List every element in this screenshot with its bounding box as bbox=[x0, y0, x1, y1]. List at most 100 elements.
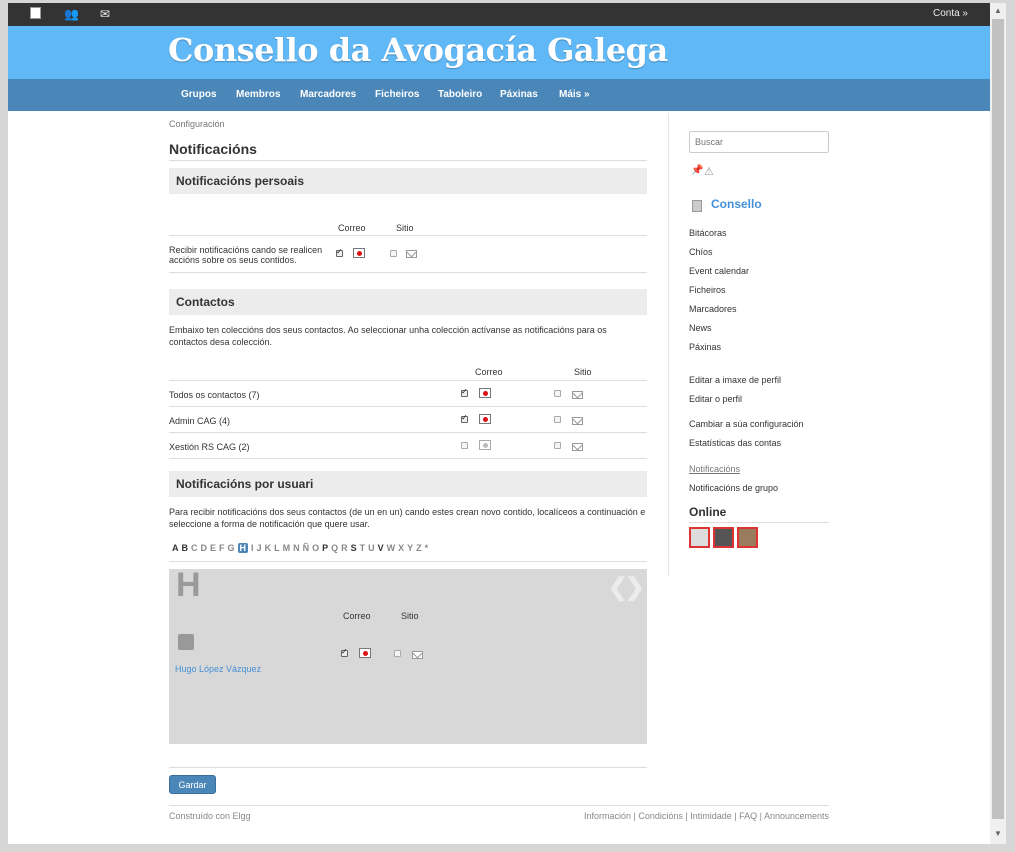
nav-item-more[interactable]: Máis » bbox=[559, 89, 590, 100]
contacts-row-site-checkbox[interactable] bbox=[554, 390, 561, 397]
scroll-up-icon[interactable]: ▲ bbox=[994, 6, 1002, 15]
contacts-col-email: Correo bbox=[475, 367, 503, 377]
site-title[interactable]: Consello da Avogacía Galega bbox=[168, 31, 668, 69]
sidebar-item-edit-profile[interactable]: Editar o perfil bbox=[689, 394, 742, 404]
nav-item-members[interactable]: Membros bbox=[236, 89, 280, 100]
online-user-avatar[interactable] bbox=[713, 527, 734, 548]
alpha-letter[interactable]: F bbox=[219, 543, 225, 553]
alpha-letter[interactable]: K bbox=[265, 543, 272, 553]
contacts-row-email-checkbox[interactable] bbox=[461, 442, 468, 449]
sidebar-item-group-notifications[interactable]: Notificacións de grupo bbox=[689, 483, 778, 493]
alpha-letter[interactable]: O bbox=[312, 543, 319, 553]
footer-link[interactable]: Condicións bbox=[638, 811, 683, 821]
site-notify-icon[interactable] bbox=[412, 651, 423, 659]
site-header: Consello da Avogacía Galega bbox=[8, 26, 990, 79]
section-per-user: Notificacións por usuari bbox=[169, 471, 647, 497]
footer-link[interactable]: FAQ bbox=[739, 811, 757, 821]
sidebar-item-news[interactable]: News bbox=[689, 323, 712, 333]
friends-icon[interactable]: 👥 bbox=[64, 7, 79, 21]
sidebar-item-files[interactable]: Ficheiros bbox=[689, 285, 726, 295]
email-notify-icon[interactable] bbox=[479, 388, 491, 398]
alpha-letter[interactable]: I bbox=[251, 543, 254, 553]
personal-email-checkbox[interactable] bbox=[336, 247, 343, 257]
alpha-letter[interactable]: G bbox=[228, 543, 235, 553]
breadcrumb[interactable]: Configuración bbox=[169, 119, 225, 129]
alpha-letter[interactable]: T bbox=[360, 543, 366, 553]
save-button[interactable]: Gardar bbox=[169, 775, 216, 794]
contacts-row-email-checkbox[interactable] bbox=[461, 387, 468, 397]
site-notify-icon[interactable] bbox=[572, 417, 583, 425]
contacts-row-site-checkbox[interactable] bbox=[554, 416, 561, 423]
contacts-row-site-checkbox[interactable] bbox=[554, 442, 561, 449]
alpha-letter[interactable]: Z bbox=[416, 543, 422, 553]
sidebar-item-chirps[interactable]: Chíos bbox=[689, 247, 713, 257]
nav-item-board[interactable]: Taboleiro bbox=[438, 89, 482, 100]
footer-link[interactable]: Intimidade bbox=[690, 811, 732, 821]
contacts-row-email-checkbox[interactable] bbox=[461, 413, 468, 423]
online-user-avatar[interactable] bbox=[737, 527, 758, 548]
sidebar-item-settings[interactable]: Cambiar a súa configuración bbox=[689, 419, 804, 429]
nav-item-files[interactable]: Ficheiros bbox=[375, 89, 419, 100]
alpha-letter[interactable]: V bbox=[378, 543, 384, 553]
alpha-letter[interactable]: L bbox=[274, 543, 280, 553]
letter-nav-arrows[interactable]: ❮❯ bbox=[608, 573, 645, 602]
report-icon[interactable]: ⚠ bbox=[704, 165, 714, 178]
sidebar-item-bookmarks[interactable]: Marcadores bbox=[689, 304, 737, 314]
sidebar-item-edit-avatar[interactable]: Editar a imaxe de perfil bbox=[689, 375, 781, 385]
footer-built-with[interactable]: Construído con Elgg bbox=[169, 811, 251, 821]
search-input[interactable] bbox=[689, 131, 829, 153]
alpha-letter[interactable]: J bbox=[257, 543, 262, 553]
pin-icon[interactable]: 📌 bbox=[691, 165, 703, 176]
alpha-letter[interactable]: C bbox=[191, 543, 198, 553]
user-email-checkbox[interactable] bbox=[341, 647, 348, 657]
nav-item-groups[interactable]: Grupos bbox=[181, 89, 217, 100]
alpha-letter[interactable]: N bbox=[293, 543, 300, 553]
email-notify-icon[interactable] bbox=[479, 440, 491, 450]
alpha-letter[interactable]: D bbox=[201, 543, 208, 553]
messages-icon[interactable]: ✉ bbox=[100, 7, 110, 21]
nav-item-bookmarks[interactable]: Marcadores bbox=[300, 89, 356, 100]
alpha-letter[interactable]: U bbox=[368, 543, 375, 553]
scroll-down-icon[interactable]: ▼ bbox=[994, 829, 1002, 838]
alpha-letter-selected[interactable]: H bbox=[237, 543, 249, 553]
alpha-letter[interactable]: Ñ bbox=[303, 543, 310, 553]
row-divider bbox=[169, 235, 647, 236]
owner-avatar[interactable] bbox=[692, 200, 702, 212]
email-notify-icon[interactable] bbox=[353, 248, 365, 258]
alpha-letter[interactable]: B bbox=[182, 543, 189, 553]
site-notify-icon[interactable] bbox=[406, 250, 417, 258]
alpha-letter[interactable]: E bbox=[210, 543, 216, 553]
sidebar-item-events[interactable]: Event calendar bbox=[689, 266, 749, 276]
alpha-letter[interactable]: W bbox=[387, 543, 396, 553]
sidebar-item-blogs[interactable]: Bitácoras bbox=[689, 228, 727, 238]
alpha-letter[interactable]: X bbox=[398, 543, 404, 553]
site-notify-icon[interactable] bbox=[572, 443, 583, 451]
alpha-letter[interactable]: R bbox=[341, 543, 348, 553]
user-site-checkbox[interactable] bbox=[394, 650, 401, 657]
nav-item-pages[interactable]: Páxinas bbox=[500, 89, 538, 100]
online-user-avatar[interactable] bbox=[689, 527, 710, 548]
footer-link[interactable]: Announcements bbox=[764, 811, 829, 821]
user-name-link[interactable]: Hugo López Vázquez bbox=[175, 663, 261, 675]
alpha-letter[interactable]: * bbox=[425, 543, 429, 553]
email-notify-icon[interactable] bbox=[359, 648, 371, 658]
account-menu[interactable]: Conta » bbox=[933, 8, 968, 19]
site-notify-icon[interactable] bbox=[572, 391, 583, 399]
sidebar-item-statistics[interactable]: Estatísticas das contas bbox=[689, 438, 781, 448]
site-logo-icon[interactable] bbox=[30, 7, 41, 22]
vertical-scrollbar[interactable]: ▲ ▼ bbox=[990, 3, 1006, 844]
alpha-letter[interactable]: M bbox=[283, 543, 291, 553]
owner-name-link[interactable]: Consello bbox=[711, 197, 762, 211]
alpha-letter[interactable]: S bbox=[351, 543, 357, 553]
alpha-letter[interactable]: Q bbox=[331, 543, 338, 553]
sidebar-item-notifications[interactable]: Notificacións bbox=[689, 464, 740, 474]
alpha-letter[interactable]: Y bbox=[407, 543, 413, 553]
email-notify-icon[interactable] bbox=[479, 414, 491, 424]
sidebar-item-pages[interactable]: Páxinas bbox=[689, 342, 721, 352]
alpha-letter[interactable]: A bbox=[172, 543, 179, 553]
footer-link[interactable]: Información bbox=[584, 811, 631, 821]
alpha-letter[interactable]: P bbox=[322, 543, 328, 553]
personal-site-checkbox[interactable] bbox=[390, 250, 397, 257]
scrollbar-thumb[interactable] bbox=[992, 19, 1004, 819]
user-avatar-icon[interactable] bbox=[178, 634, 194, 650]
